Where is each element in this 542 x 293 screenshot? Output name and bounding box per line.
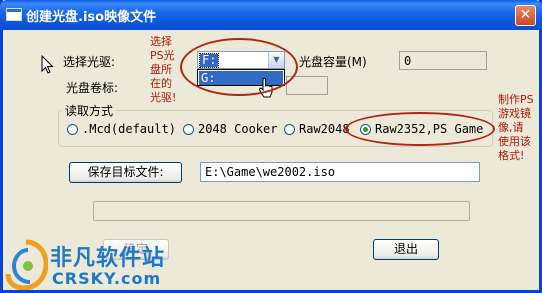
radio-mcd[interactable]: .Mcd(default)	[67, 122, 176, 136]
annotation-line: 在的	[150, 77, 172, 90]
radio-indicator[interactable]	[284, 123, 295, 135]
radio-label: 2048 Cooker	[198, 122, 278, 136]
crsky-logo-icon	[5, 239, 48, 290]
annotation-line: 像,请	[498, 121, 524, 134]
radio-label: Raw2048	[299, 122, 350, 136]
drive-highlight-ellipse	[180, 38, 298, 96]
watermark-name: 非凡软件站	[50, 246, 166, 271]
annotation-line: 光驱!	[150, 91, 177, 104]
window-title: 创建光盘.iso映像文件	[26, 10, 157, 25]
radio-indicator[interactable]	[67, 123, 78, 135]
close-button[interactable]: ✕	[515, 5, 536, 26]
mouse-cursor-icon	[41, 55, 54, 74]
format-annotation: 制作PS 游戏镜 像,请 使用该 格式!	[498, 93, 534, 163]
close-icon: ✕	[519, 7, 532, 23]
annotation-line: 格式!	[498, 149, 525, 162]
progress-bar	[93, 201, 470, 221]
window-icon	[6, 8, 22, 21]
annotation-line: 游戏镜	[498, 107, 531, 120]
radio-label: .Mcd(default)	[82, 122, 176, 136]
annotation-line: 使用该	[498, 135, 531, 148]
exit-button[interactable]: 退出	[373, 239, 439, 260]
title-bar[interactable]: 创建光盘.iso映像文件 ✕	[0, 0, 542, 30]
watermark-domain: CRSKY.com	[52, 269, 162, 288]
radio-2048-cooker[interactable]: 2048 Cooker	[183, 122, 277, 136]
capacity-label: 光盘容量(M)	[299, 55, 367, 69]
volume-label: 光盘卷标:	[66, 81, 119, 95]
read-mode-title: 读取方式	[62, 102, 117, 119]
save-target-button[interactable]: 保存目标文件:	[69, 162, 182, 183]
annotation-line: PS光	[150, 49, 175, 62]
capacity-field: 0	[399, 51, 487, 70]
annotation-line: 制作PS	[498, 93, 534, 106]
radio-raw2048[interactable]: Raw2048	[284, 122, 350, 136]
annotation-line: 盘所	[150, 63, 172, 76]
format-highlight-ellipse	[345, 112, 495, 146]
drive-label: 选择光驱:	[63, 55, 116, 69]
target-path-field[interactable]: E:\Game\we2002.iso	[200, 162, 480, 182]
radio-indicator[interactable]	[183, 123, 194, 135]
select-drive-annotation: 选择 PS光 盘所 在的 光驱!	[150, 35, 176, 105]
annotation-line: 选择	[150, 35, 172, 48]
